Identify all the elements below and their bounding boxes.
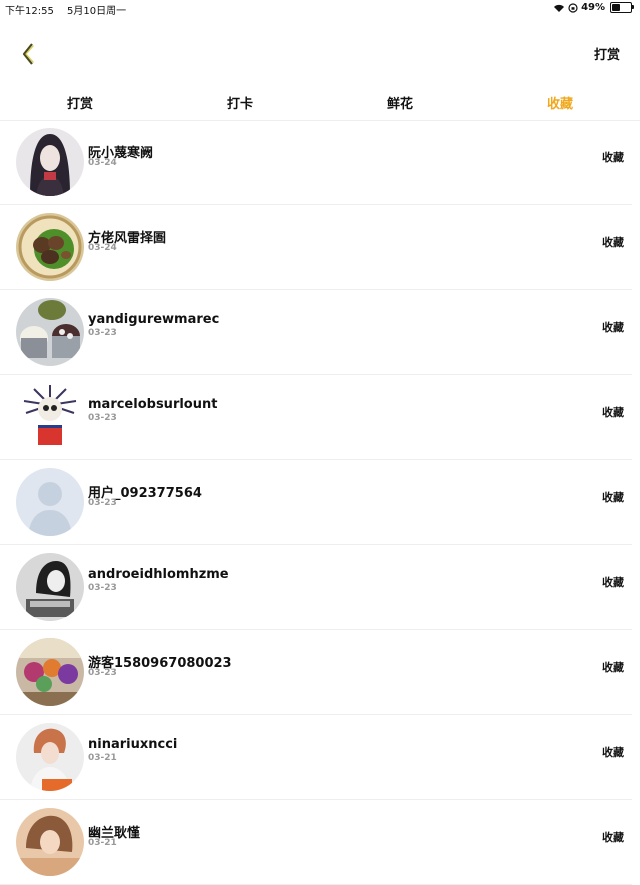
- nav-bar: 打赏: [0, 30, 640, 78]
- list-item[interactable]: 用户_092377564 03-23 收藏: [0, 460, 632, 545]
- item-date: 03-23: [88, 668, 117, 678]
- list-item[interactable]: 方佬风雷择圄 03-24 收藏: [0, 205, 632, 290]
- item-status: 收藏: [602, 746, 624, 759]
- item-status: 收藏: [602, 831, 624, 844]
- battery-percent: 49%: [581, 2, 605, 13]
- orientation-lock-icon: [568, 2, 578, 13]
- list-item[interactable]: marcelobsurlount 03-23 收藏: [0, 375, 632, 460]
- wifi-icon: [554, 4, 565, 12]
- avatar: [16, 553, 84, 621]
- list-item[interactable]: 阮小蔑寒阙 03-24 收藏: [0, 120, 632, 205]
- item-status: 收藏: [602, 661, 624, 674]
- item-date: 03-24: [88, 158, 117, 168]
- item-status: 收藏: [602, 236, 624, 249]
- item-name: ninariuxncci: [88, 737, 178, 752]
- item-status: 收藏: [602, 406, 624, 419]
- avatar: [16, 383, 84, 451]
- status-date: 5月10日周一: [67, 6, 127, 17]
- item-name: yandigurewmarec: [88, 312, 220, 327]
- list-item[interactable]: 幽兰耿慬 03-21 收藏: [0, 800, 632, 885]
- item-name: marcelobsurlount: [88, 397, 218, 412]
- list-item[interactable]: yandigurewmarec 03-23 收藏: [0, 290, 632, 375]
- item-status: 收藏: [602, 576, 624, 589]
- tab-checkin[interactable]: 打卡: [160, 90, 320, 120]
- avatar: [16, 723, 84, 791]
- tab-flowers[interactable]: 鲜花: [320, 90, 480, 120]
- item-date: 03-21: [88, 753, 117, 763]
- item-date: 03-23: [88, 498, 117, 508]
- item-date: 03-23: [88, 583, 117, 593]
- list-item[interactable]: 游客1580967080023 03-23 收藏: [0, 630, 632, 715]
- avatar: [16, 128, 84, 196]
- list-item[interactable]: ninariuxncci 03-21 收藏: [0, 715, 632, 800]
- item-status: 收藏: [602, 491, 624, 504]
- avatar: [16, 468, 84, 536]
- back-button[interactable]: [16, 40, 44, 68]
- item-status: 收藏: [602, 321, 624, 334]
- item-date: 03-23: [88, 413, 117, 423]
- item-status: 收藏: [602, 151, 624, 164]
- battery-icon: [610, 2, 634, 13]
- chevron-left-icon: [22, 43, 34, 65]
- status-bar: 下午12:55 5月10日周一 49%: [0, 0, 640, 18]
- avatar: [16, 638, 84, 706]
- avatar: [16, 808, 84, 876]
- tab-bar: 打赏 打卡 鲜花 收藏: [0, 90, 640, 121]
- item-date: 03-23: [88, 328, 117, 338]
- tab-reward[interactable]: 打赏: [0, 90, 160, 120]
- avatar: [16, 298, 84, 366]
- favorites-list: 阮小蔑寒阙 03-24 收藏 方佬风雷择圄 03-24 收藏 yandigure…: [0, 120, 640, 885]
- reward-button[interactable]: 打赏: [594, 44, 620, 63]
- item-date: 03-24: [88, 243, 117, 253]
- tab-favorites[interactable]: 收藏: [480, 90, 640, 120]
- item-date: 03-21: [88, 838, 117, 848]
- item-name: androeidhlomhzme: [88, 567, 229, 582]
- avatar: [16, 213, 84, 281]
- list-item[interactable]: androeidhlomhzme 03-23 收藏: [0, 545, 632, 630]
- status-time: 下午12:55: [5, 6, 54, 17]
